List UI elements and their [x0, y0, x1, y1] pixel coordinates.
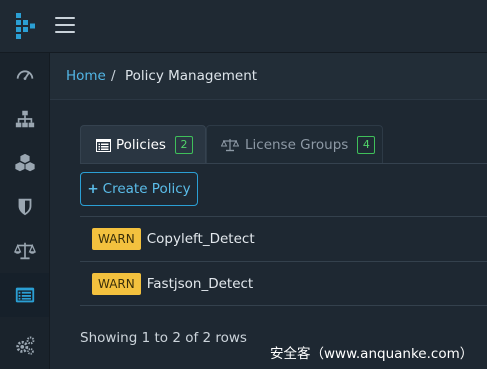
- sidebar-item-dashboard[interactable]: [0, 53, 49, 97]
- list-alt-icon: [15, 287, 34, 303]
- cubes-icon: [14, 153, 35, 172]
- policy-name-link[interactable]: Copyleft_Detect: [147, 231, 255, 247]
- watermark: 安全客（www.anquanke.com）: [270, 346, 474, 362]
- policies-table: WARN Copyleft_Detect WARN Fastjson_Detec…: [80, 216, 487, 306]
- policies-count-badge: 2: [174, 136, 193, 154]
- tab-policies-label: Policies: [116, 137, 166, 153]
- table-row[interactable]: WARN Copyleft_Detect: [80, 216, 487, 261]
- list-alt-icon: [96, 138, 111, 152]
- hamburger-icon[interactable]: [55, 17, 75, 33]
- cogs-icon: [15, 336, 34, 355]
- sidebar-item-components[interactable]: [0, 141, 49, 185]
- top-navbar: [0, 0, 487, 53]
- severity-badge: WARN: [92, 228, 141, 250]
- breadcrumb-home-link[interactable]: Home: [66, 53, 106, 99]
- sitemap-icon: [15, 110, 34, 128]
- create-policy-button[interactable]: + Create Policy: [80, 172, 198, 206]
- balance-scale-icon: [221, 138, 239, 152]
- table-row[interactable]: WARN Fastjson_Detect: [80, 261, 487, 306]
- tab-divider: [80, 163, 487, 164]
- dashboard-icon: [16, 70, 33, 81]
- main-content: Home / Policy Management Policies 2 Lice…: [50, 53, 487, 369]
- license-groups-count-badge: 4: [357, 136, 376, 154]
- plus-icon: +: [87, 181, 99, 197]
- tab-license-groups[interactable]: License Groups 4: [206, 125, 383, 164]
- sidebar-item-licenses[interactable]: [0, 229, 49, 273]
- sidebar: [0, 53, 50, 369]
- balance-scale-icon: [13, 242, 36, 260]
- breadcrumb-separator: /: [111, 68, 116, 84]
- create-policy-label: Create Policy: [102, 181, 191, 197]
- tab-license-groups-label: License Groups: [245, 137, 349, 153]
- sidebar-item-settings[interactable]: [0, 323, 49, 367]
- policy-name-link[interactable]: Fastjson_Detect: [147, 276, 254, 292]
- breadcrumb-current: Policy Management: [125, 68, 258, 84]
- tab-policies[interactable]: Policies 2: [80, 125, 206, 164]
- sidebar-item-vulnerabilities[interactable]: [0, 185, 49, 229]
- sidebar-item-policy-management[interactable]: [0, 273, 49, 317]
- severity-badge: WARN: [92, 272, 141, 295]
- shield-icon: [18, 198, 31, 216]
- pagination-info: Showing 1 to 2 of 2 rows: [80, 330, 247, 346]
- sidebar-item-projects[interactable]: [0, 97, 49, 141]
- logo-icon[interactable]: [14, 12, 38, 40]
- breadcrumb: Home / Policy Management: [50, 53, 487, 100]
